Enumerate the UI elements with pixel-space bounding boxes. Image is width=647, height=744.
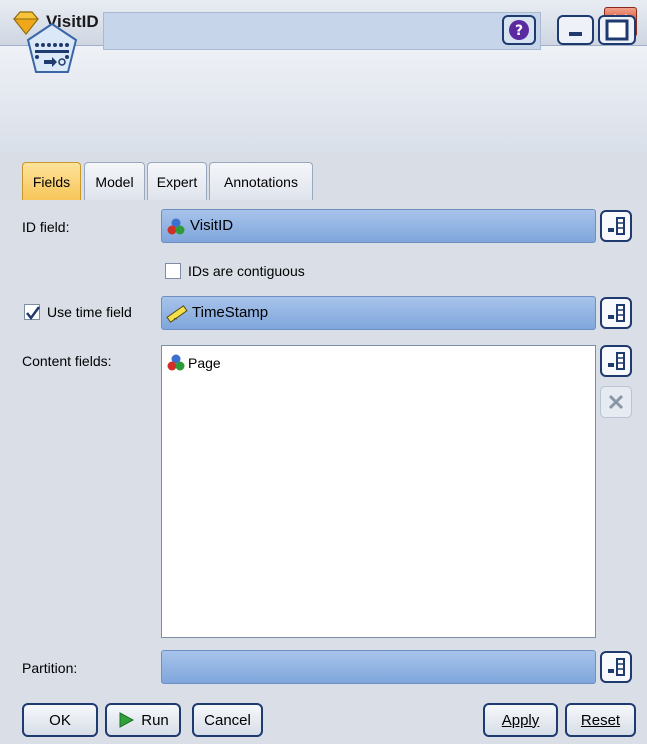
- tab-annotations[interactable]: Annotations: [209, 162, 313, 200]
- id-field-label: ID field:: [22, 219, 70, 235]
- field-picker-icon: [608, 304, 625, 322]
- sequence-node-icon: [22, 20, 82, 80]
- id-field-value: VisitID: [190, 217, 234, 234]
- ids-contiguous-checkbox[interactable]: [165, 263, 181, 279]
- content-fields-picker-button[interactable]: [600, 345, 632, 377]
- node-header: [0, 46, 647, 154]
- set-type-icon: [167, 218, 185, 235]
- field-picker-icon: [608, 658, 625, 676]
- ok-button[interactable]: OK: [22, 703, 98, 737]
- content-fields-list[interactable]: Page: [161, 345, 596, 638]
- ids-contiguous-label: IDs are contiguous: [188, 263, 305, 279]
- run-button[interactable]: Run: [105, 703, 181, 737]
- id-field-select[interactable]: VisitID: [161, 209, 596, 243]
- id-field-picker-button[interactable]: [600, 210, 632, 242]
- time-field-value: TimeStamp: [192, 304, 269, 321]
- node-name-field[interactable]: [103, 12, 541, 50]
- apply-button-label: Apply: [501, 711, 540, 729]
- time-field-select[interactable]: TimeStamp: [161, 296, 596, 330]
- partition-select[interactable]: [161, 650, 596, 684]
- minimize-icon: [569, 32, 582, 36]
- continuous-type-icon: [166, 305, 188, 323]
- run-play-icon: [119, 712, 135, 728]
- time-field-picker-button[interactable]: [600, 297, 632, 329]
- partition-picker-button[interactable]: [600, 651, 632, 683]
- content-field-name: Page: [188, 355, 221, 371]
- svg-text:?: ?: [515, 23, 523, 39]
- content-fields-label: Content fields:: [22, 353, 112, 369]
- maximize-icon: [605, 19, 629, 41]
- use-time-field-checkbox[interactable]: [24, 304, 41, 321]
- maximize-button[interactable]: [598, 15, 636, 45]
- reset-button[interactable]: Reset: [565, 703, 636, 737]
- partition-label: Partition:: [22, 660, 78, 676]
- run-button-label: Run: [141, 711, 169, 729]
- tab-model[interactable]: Model: [84, 162, 145, 200]
- use-time-field-label: Use time field: [47, 304, 132, 320]
- minimize-button[interactable]: [557, 15, 594, 45]
- remove-field-button[interactable]: [600, 386, 632, 418]
- checkmark-icon: [26, 306, 41, 321]
- reset-button-label: Reset: [580, 711, 621, 729]
- delete-x-icon: [608, 394, 624, 410]
- set-type-icon: [167, 354, 185, 371]
- apply-button[interactable]: Apply: [483, 703, 558, 737]
- help-button[interactable]: ?: [502, 15, 536, 45]
- cancel-button[interactable]: Cancel: [192, 703, 263, 737]
- field-picker-icon: [608, 217, 625, 235]
- field-picker-icon: [608, 352, 625, 370]
- help-icon: ?: [509, 20, 529, 40]
- tab-expert[interactable]: Expert: [147, 162, 207, 200]
- tab-fields[interactable]: Fields: [22, 162, 81, 200]
